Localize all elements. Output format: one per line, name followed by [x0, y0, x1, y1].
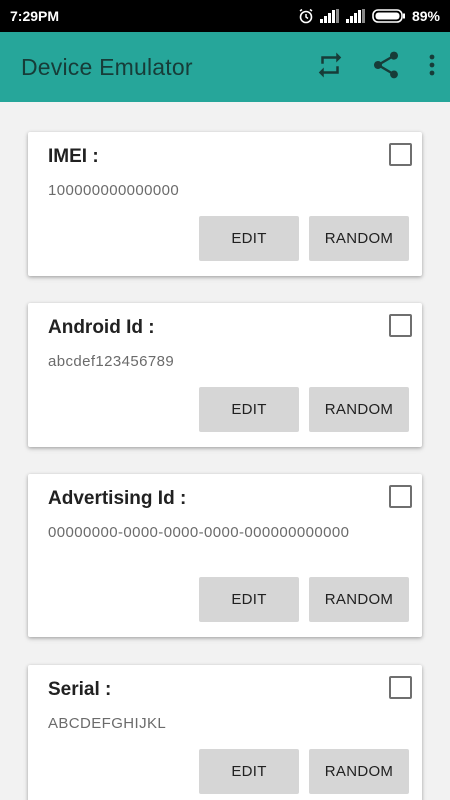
checkbox-serial[interactable] [389, 676, 412, 699]
card-android-id: Android Id : abcdef123456789 EDIT RANDOM [28, 303, 422, 447]
edit-button-serial[interactable]: EDIT [199, 749, 299, 794]
status-time: 7:29PM [10, 8, 60, 24]
signal-icon [345, 9, 366, 23]
card-serial: Serial : ABCDEFGHIJKL EDIT RANDOM [28, 665, 422, 800]
card-value: 00000000-0000-0000-0000-000000000000 [48, 524, 350, 541]
card-title: Android Id : [48, 317, 155, 338]
repeat-icon [315, 50, 345, 85]
random-button-imei[interactable]: RANDOM [309, 216, 409, 261]
checkbox-android-id[interactable] [389, 314, 412, 337]
card-list[interactable]: IMEI : 100000000000000 EDIT RANDOM Andro… [0, 102, 450, 800]
share-button[interactable] [358, 32, 414, 102]
card-value: 100000000000000 [48, 182, 180, 199]
app-title: Device Emulator [21, 53, 193, 80]
button-row: EDIT RANDOM [199, 387, 409, 432]
card-title: Serial : [48, 679, 112, 700]
edit-button-imei[interactable]: EDIT [199, 216, 299, 261]
random-button-advertising-id[interactable]: RANDOM [309, 577, 409, 622]
checkbox-imei[interactable] [389, 143, 412, 166]
edit-button-advertising-id[interactable]: EDIT [199, 577, 299, 622]
card-value: abcdef123456789 [48, 353, 175, 370]
more-options-button[interactable] [414, 32, 450, 102]
more-vert-icon [428, 53, 436, 82]
card-advertising-id: Advertising Id : 00000000-0000-0000-0000… [28, 474, 422, 637]
status-bar: 7:29PM 89% [0, 0, 450, 32]
random-button-serial[interactable]: RANDOM [309, 749, 409, 794]
button-row: EDIT RANDOM [199, 577, 409, 622]
status-icons: 89% [298, 8, 440, 24]
card-title: Advertising Id : [48, 488, 187, 509]
edit-button-android-id[interactable]: EDIT [199, 387, 299, 432]
card-value: ABCDEFGHIJKL [48, 715, 167, 732]
button-row: EDIT RANDOM [199, 749, 409, 794]
repeat-button[interactable] [302, 32, 358, 102]
signal-icon [319, 9, 340, 23]
checkbox-advertising-id[interactable] [389, 485, 412, 508]
card-title: IMEI : [48, 146, 99, 167]
app-bar: Device Emulator [0, 32, 450, 102]
app-actions [302, 32, 450, 102]
alarm-icon [298, 8, 314, 24]
card-imei: IMEI : 100000000000000 EDIT RANDOM [28, 132, 422, 276]
battery-percent: 89% [411, 8, 440, 24]
random-button-android-id[interactable]: RANDOM [309, 387, 409, 432]
battery-icon [372, 9, 406, 23]
button-row: EDIT RANDOM [199, 216, 409, 261]
share-icon [370, 49, 402, 86]
